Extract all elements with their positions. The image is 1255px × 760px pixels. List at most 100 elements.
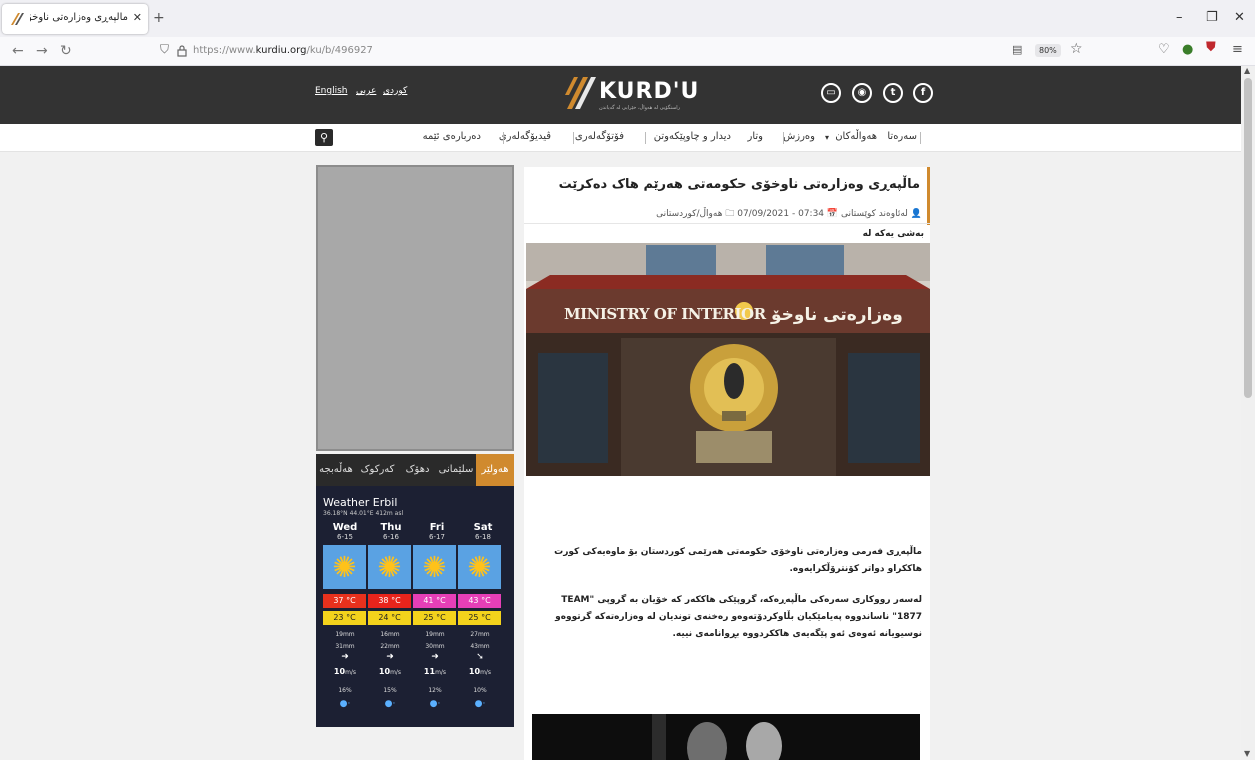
forward-icon[interactable]: →	[36, 43, 48, 59]
article-author[interactable]: لەئاوەند کوێستانی	[841, 209, 908, 219]
minimize-icon[interactable]: –	[1176, 10, 1183, 25]
folder-icon: 🗀	[725, 209, 735, 219]
tab-halabja[interactable]: هەڵەبجە	[316, 454, 356, 486]
navigation-toolbar: ← → ↻ ⛉ https://www.kurdiu.org/ku/b/4969…	[0, 37, 1255, 66]
logo-mark-icon	[565, 77, 596, 109]
sunny-icon: ✺	[368, 545, 411, 589]
wind-direction-icon: ➜	[386, 652, 394, 662]
max-temp: 43 °C	[458, 594, 501, 608]
ublock-icon[interactable]: ⛊	[1206, 40, 1216, 55]
lock-icon[interactable]	[177, 45, 187, 57]
tab-sulaymaniyah[interactable]: سلێمانی	[436, 454, 476, 486]
extension-icon[interactable]: ●	[1182, 42, 1193, 57]
forecast-value: 16mm	[380, 631, 400, 638]
wind-direction-icon: ➜	[341, 652, 349, 662]
forecast-day-name: Sat	[473, 522, 493, 533]
reader-view-icon[interactable]: ▤	[1012, 43, 1022, 56]
article-image[interactable]: MINISTRY OF INTERIOR وەزارەتی ناوخۆ	[526, 243, 930, 476]
logo-tagline: راستگۆیی لە هەواڵ، خێرایی لە گەیاندن	[599, 105, 681, 111]
forecast-value: 31mm	[335, 643, 355, 650]
tab-title: ماڵپەڕی وەزارەتی ناوخۆی حکومەتی	[30, 12, 128, 23]
url-field[interactable]: ⛉ https://www.kurdiu.org/ku/b/496927 ▤ 8…	[150, 41, 1090, 62]
wind-speed: 10m/s	[333, 667, 357, 676]
forecast-day: Fri 6-17	[415, 522, 459, 541]
forecast-day: Wed 6-15	[323, 522, 367, 541]
tab-duhok[interactable]: دهۆک	[399, 454, 436, 486]
title-accent-bar	[927, 167, 930, 225]
weather-coords: 36.18°N 44.01°E 412m asl	[323, 510, 404, 517]
menu-item-about[interactable]: دەربارەی ئێمە	[423, 131, 481, 142]
menu-divider	[503, 132, 504, 144]
scroll-thumb[interactable]	[1244, 78, 1252, 398]
site-logo[interactable]: KURD'U راستگۆیی لە هەواڵ، خێرایی لە گەیا…	[565, 75, 698, 113]
bookmark-star-icon[interactable]: ☆	[1070, 41, 1083, 57]
tab-kirkuk[interactable]: کەرکوک	[356, 454, 399, 486]
wind-speed: 10m/s	[378, 667, 402, 676]
max-temp: 41 °C	[413, 594, 456, 608]
menu-divider	[645, 132, 646, 144]
scroll-down-icon[interactable]: ▼	[1244, 749, 1250, 758]
menu-item-interviews[interactable]: دیدار و چاوپێکەوتن	[654, 131, 731, 142]
min-temp: 25 °C	[413, 611, 456, 625]
menu-item-news[interactable]: هەواڵەکان	[835, 131, 877, 142]
menu-item-home[interactable]: سەرەتا	[887, 131, 917, 142]
menu-item-sport[interactable]: وەرزش	[783, 131, 815, 142]
main-menu: ⚲ سەرەتا هەواڵەکان ▾ وەرزش وتار دیدار و …	[0, 124, 1241, 152]
menu-icon[interactable]: ≡	[1232, 42, 1243, 57]
close-window-icon[interactable]: ✕	[1234, 10, 1245, 25]
humidity-value: 15%	[383, 687, 397, 694]
tv-icon[interactable]: ▭	[821, 83, 841, 103]
menu-divider	[920, 132, 921, 144]
ministry-sign-en: MINISTRY OF INTERIOR	[564, 305, 766, 323]
forecast-day-name: Thu	[380, 522, 402, 533]
menu-item-articles[interactable]: وتار	[748, 131, 764, 142]
browser-tab[interactable]: ماڵپەڕی وەزارەتی ناوخۆی حکومەتی ✕	[2, 4, 148, 34]
tab-erbil[interactable]: هەولێر	[476, 454, 514, 486]
zoom-level[interactable]: 80%	[1035, 44, 1061, 57]
forecast-date: 6-17	[429, 533, 445, 541]
search-icon[interactable]: ⚲	[315, 129, 333, 146]
rain-drop-icon: ●·	[429, 699, 441, 709]
forecast-value: 22mm	[380, 643, 400, 650]
humidity-value: 10%	[473, 687, 487, 694]
restore-icon[interactable]: ❐	[1206, 10, 1218, 25]
menu-item-videos[interactable]: ڤیدیۆگەلەری	[499, 131, 551, 142]
weather-title: Weather Erbil	[323, 496, 398, 509]
pocket-icon[interactable]: ♡	[1158, 42, 1170, 57]
video-thumbnail[interactable]	[532, 714, 920, 760]
ministry-building-image	[526, 243, 930, 476]
min-temp: 25 °C	[458, 611, 501, 625]
max-temp: 37 °C	[323, 594, 366, 608]
article-datetime: 07:34 - 07/09/2021	[737, 209, 825, 219]
page-scrollbar[interactable]: ▲ ▼	[1241, 66, 1255, 760]
reload-icon[interactable]: ↻	[60, 43, 72, 59]
forecast-date: 6-16	[383, 533, 399, 541]
menu-divider	[573, 132, 574, 144]
tab-close-icon[interactable]: ✕	[133, 11, 142, 24]
forecast-day: Sat 6-18	[461, 522, 505, 541]
weather-city-tabs: هەولێر سلێمانی دهۆک کەرکوک هەڵەبجە	[316, 454, 514, 486]
menu-item-photos[interactable]: فۆتۆگەلەری	[575, 131, 624, 142]
new-tab-icon[interactable]: +	[153, 10, 165, 26]
lang-kurdish[interactable]: کوردی	[383, 86, 407, 96]
logo-text: KURD'U	[599, 79, 700, 104]
article-category[interactable]: هەواڵ/کوردستانی	[656, 209, 722, 219]
author-icon: 👤	[910, 209, 922, 219]
lang-english[interactable]: English	[315, 86, 348, 96]
wind-direction-icon: ➜	[431, 652, 439, 662]
podcast-icon[interactable]: ◉	[852, 83, 872, 103]
tracking-shield-icon[interactable]: ⛉	[160, 42, 169, 57]
ad-placeholder[interactable]	[316, 165, 514, 451]
min-temp: 24 °C	[368, 611, 411, 625]
scroll-up-icon[interactable]: ▲	[1244, 66, 1250, 75]
ministry-sign-ku: وەزارەتی ناوخۆ	[771, 305, 903, 325]
lang-arabic[interactable]: عربي	[356, 86, 376, 96]
forecast-day-name: Fri	[429, 522, 445, 533]
back-icon[interactable]: ←	[12, 43, 24, 59]
min-temp: 23 °C	[323, 611, 366, 625]
twitter-icon[interactable]: t	[883, 83, 903, 103]
divider	[524, 223, 930, 224]
chevron-down-icon[interactable]: ▾	[825, 133, 829, 142]
forecast-day: Thu 6-16	[369, 522, 413, 541]
facebook-icon[interactable]: f	[913, 83, 933, 103]
